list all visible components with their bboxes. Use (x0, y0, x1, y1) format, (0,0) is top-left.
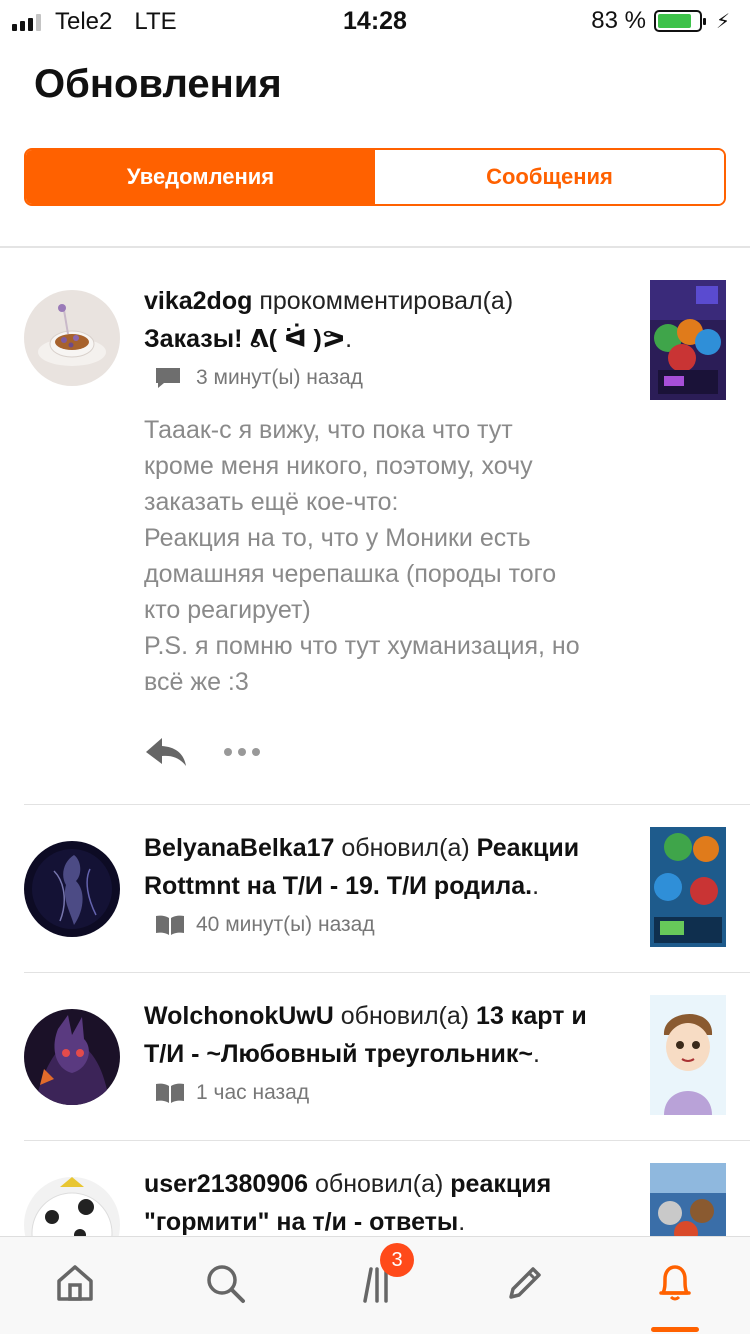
battery-icon (653, 10, 706, 32)
comment-line: Реакция на то, что у Моники есть (144, 524, 531, 552)
comment-line: кто реагирует) (144, 596, 311, 624)
story-cover-thumbnail[interactable] (650, 1163, 726, 1236)
page-title: Обновления (34, 62, 282, 106)
title-suffix: . (532, 1040, 540, 1068)
book-icon (154, 1081, 184, 1105)
avatar[interactable] (24, 1177, 120, 1236)
avatar[interactable] (24, 1009, 120, 1105)
comment-line: Тааак-с я вижу, что пока что тут (144, 416, 513, 444)
username-link[interactable]: BelyanaBelka17 (144, 834, 334, 862)
story-cover-thumbnail[interactable] (650, 995, 726, 1115)
action-text: прокомментировал(а) (259, 287, 514, 315)
meta-row: 1 час назад (144, 1081, 620, 1105)
charging-bolt-icon: ⚡ (715, 10, 730, 33)
timestamp: 40 минут(ы) назад (196, 913, 375, 936)
story-cover-image (650, 827, 726, 947)
comment-line: заказать ещё кое-что: (144, 488, 399, 516)
action-text: обновил(а) (315, 1170, 444, 1198)
notification-text: BelyanaBelka17 обновил(а) Реакции (144, 829, 620, 867)
tab-search[interactable] (150, 1237, 300, 1334)
timestamp: 3 минут(ы) назад (196, 366, 363, 389)
story-title-link[interactable]: Rottmnt на Т/И - 19. Т/И родила. (144, 872, 532, 900)
story-title-line: Заказы! ᕕ( ᐛ )ᕗ. (144, 320, 620, 358)
active-tab-indicator (651, 1327, 699, 1332)
story-title-link[interactable]: Т/И - ~Любовный треугольник~ (144, 1040, 533, 1068)
story-cover-thumbnail[interactable] (650, 280, 726, 400)
avatar-image (24, 841, 120, 937)
reply-icon[interactable] (144, 736, 188, 773)
avatar-tea-image (24, 290, 120, 386)
story-cover-image (650, 995, 726, 1115)
status-bar: Tele2 LTE 14:28 83 % ⚡ (0, 0, 750, 42)
comment-line: кроме меня никого, поэтому, хочу (144, 452, 533, 480)
avatar-image (24, 1009, 120, 1105)
list-item[interactable]: user21380906 обновил(а) реакция "гормити… (0, 1141, 750, 1236)
username-link[interactable]: user21380906 (144, 1170, 308, 1198)
story-title-line: Т/И - ~Любовный треугольник~. (144, 1035, 620, 1073)
story-title-link[interactable]: "гормити" на т/и - ответы (144, 1208, 458, 1236)
list-item[interactable]: BelyanaBelka17 обновил(а) Реакции Rottmn… (0, 805, 750, 972)
username-link[interactable]: WolchonokUwU (144, 1002, 334, 1030)
title-suffix: . (345, 325, 353, 353)
story-cover-image (650, 280, 726, 400)
story-title-link[interactable]: Реакции (477, 834, 579, 862)
notifications-feed: vika2dog прокомментировал(а) Заказы! ᕕ( … (0, 248, 750, 1236)
bottom-tab-bar: 3 (0, 1236, 750, 1334)
meta-row: 3 минут(ы) назад (144, 366, 620, 390)
story-cover-image (650, 1163, 726, 1236)
list-item[interactable]: WolchonokUwU обновил(а) 13 карт и Т/И - … (0, 973, 750, 1140)
tab-library[interactable]: 3 (300, 1237, 450, 1334)
title-suffix: . (532, 872, 540, 900)
home-icon (53, 1261, 97, 1310)
notification-text: WolchonokUwU обновил(а) 13 карт и (144, 997, 620, 1035)
comment-icon (154, 366, 182, 390)
tab-write[interactable] (450, 1237, 600, 1334)
library-badge: 3 (380, 1243, 414, 1277)
search-icon (203, 1261, 247, 1310)
tab-home[interactable] (0, 1237, 150, 1334)
notification-text: vika2dog прокомментировал(а) (144, 282, 620, 320)
battery-percent: 83 % (591, 7, 646, 34)
story-title-link[interactable]: 13 карт и (476, 1002, 587, 1030)
meta-row: 40 минут(ы) назад (144, 913, 620, 937)
story-title-link[interactable]: Заказы! ᕕ( ᐛ )ᕗ (144, 325, 345, 353)
timestamp: 1 час назад (196, 1081, 310, 1104)
updates-segmented-control: Уведомления Сообщения (24, 148, 726, 206)
list-item[interactable]: vika2dog прокомментировал(а) Заказы! ᕕ( … (0, 248, 750, 804)
story-cover-thumbnail[interactable] (650, 827, 726, 947)
book-icon (154, 913, 184, 937)
more-options-icon[interactable] (222, 745, 262, 763)
story-title-line: Rottmnt на Т/И - 19. Т/И родила.. (144, 867, 620, 905)
comment-line: всё же :3 (144, 668, 249, 696)
comment-body: Тааак-с я вижу, что пока что тут кроме м… (144, 412, 620, 700)
title-suffix: . (458, 1208, 466, 1236)
notification-text: user21380906 обновил(а) реакция (144, 1165, 620, 1203)
avatar[interactable] (24, 290, 120, 386)
story-title-line: "гормити" на т/и - ответы. (144, 1203, 620, 1236)
comment-line: P.S. я помню что тут хуманизация, но (144, 632, 580, 660)
story-title-link[interactable]: реакция (450, 1170, 551, 1198)
comment-actions (144, 734, 620, 774)
pencil-icon (503, 1261, 547, 1310)
comment-line: домашняя черепашка (породы того (144, 560, 557, 588)
bell-icon (653, 1261, 697, 1310)
tab-messages[interactable]: Сообщения (375, 150, 724, 204)
avatar-image (24, 1177, 120, 1236)
username-link[interactable]: vika2dog (144, 287, 252, 315)
action-text: обновил(а) (341, 834, 470, 862)
status-right: 83 % ⚡ (591, 7, 730, 35)
action-text: обновил(а) (340, 1002, 470, 1030)
avatar[interactable] (24, 841, 120, 937)
tab-notifications[interactable] (600, 1237, 750, 1334)
tab-notifications[interactable]: Уведомления (26, 150, 375, 204)
